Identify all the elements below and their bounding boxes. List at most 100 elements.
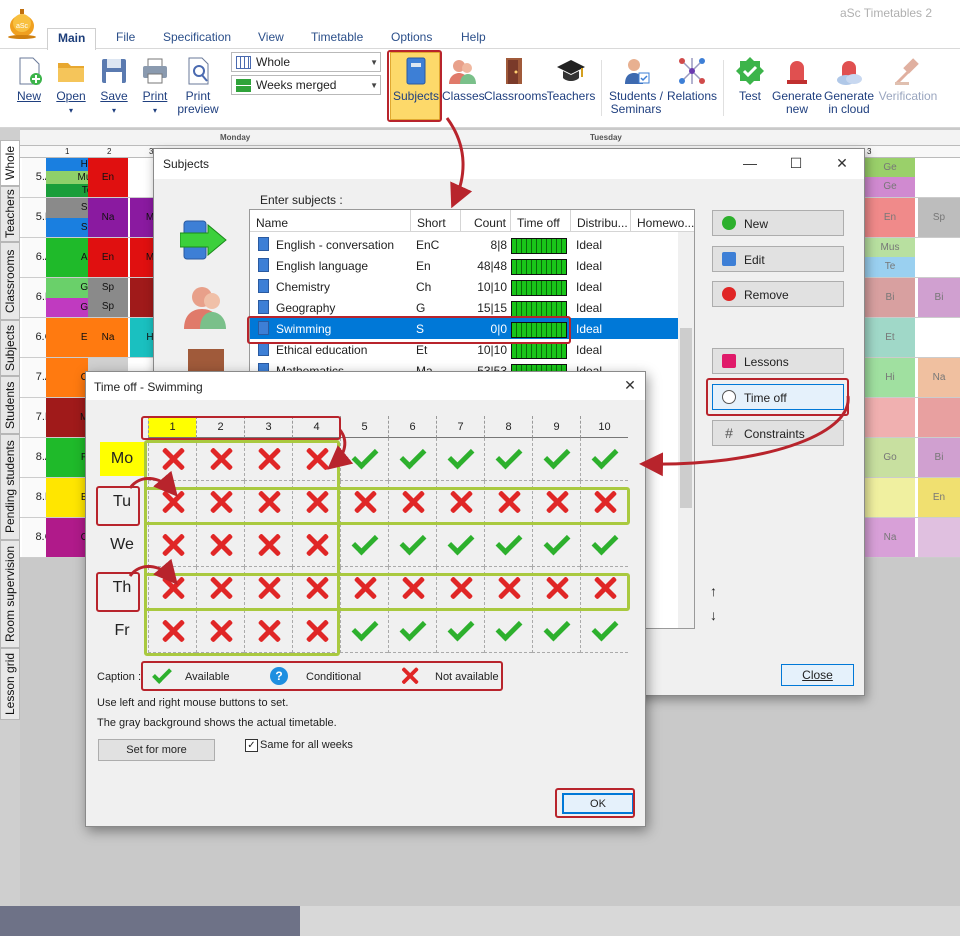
lesson-card[interactable]: Bi bbox=[918, 278, 960, 317]
tab-view[interactable]: View bbox=[248, 28, 294, 48]
open-button[interactable]: Open ▾ bbox=[52, 56, 90, 117]
lesson-card[interactable] bbox=[865, 398, 915, 437]
vtab-students[interactable]: Students bbox=[0, 376, 20, 434]
tab-options[interactable]: Options bbox=[381, 28, 442, 48]
constraints-button[interactable]: # Constraints bbox=[712, 420, 844, 446]
period-header[interactable]: 9 bbox=[532, 416, 580, 438]
relations-button[interactable]: Relations bbox=[666, 56, 718, 103]
vtab-lesson-grid[interactable]: Lesson grid bbox=[0, 648, 20, 720]
subject-row[interactable]: English language En 48|48 Ideal bbox=[250, 255, 680, 276]
day-header-we[interactable]: We bbox=[100, 528, 144, 562]
available-cell[interactable] bbox=[388, 524, 436, 567]
lesson-card[interactable]: Sp bbox=[918, 198, 960, 237]
available-cell[interactable] bbox=[436, 610, 484, 653]
day-header-fr[interactable]: Fr bbox=[100, 614, 144, 648]
available-cell[interactable] bbox=[484, 610, 532, 653]
classrooms-button[interactable]: Classrooms bbox=[484, 56, 547, 103]
minimize-icon[interactable]: — bbox=[742, 155, 758, 171]
close-button[interactable]: Close bbox=[781, 664, 854, 686]
available-cell[interactable] bbox=[580, 524, 628, 567]
lesson-card[interactable] bbox=[918, 398, 960, 437]
lesson-card[interactable]: Na bbox=[88, 318, 128, 357]
print-preview-button[interactable]: Print preview bbox=[176, 56, 220, 116]
tab-timetable[interactable]: Timetable bbox=[301, 28, 373, 48]
edit-subject-button[interactable]: Edit bbox=[712, 246, 844, 272]
lesson-card[interactable]: En bbox=[918, 478, 960, 517]
available-cell[interactable] bbox=[484, 524, 532, 567]
available-cell[interactable] bbox=[484, 438, 532, 481]
lessons-button[interactable]: Lessons bbox=[712, 348, 844, 374]
lesson-card[interactable] bbox=[865, 478, 915, 517]
vtab-pending-students[interactable]: Pending students bbox=[0, 434, 20, 540]
app-bell-icon[interactable]: aSc bbox=[6, 6, 38, 40]
available-cell[interactable] bbox=[340, 438, 388, 481]
move-up-arrow[interactable]: ↑ bbox=[710, 583, 717, 599]
day-header-mo[interactable]: Mo bbox=[100, 442, 144, 476]
period-header[interactable]: 7 bbox=[436, 416, 484, 438]
lesson-card[interactable]: Go bbox=[865, 438, 915, 477]
verification-button[interactable]: Verification bbox=[876, 56, 940, 103]
new-subject-button[interactable]: New bbox=[712, 210, 844, 236]
lesson-card[interactable]: Ge bbox=[865, 158, 915, 177]
available-cell[interactable] bbox=[532, 438, 580, 481]
col-header-homework[interactable]: Homewo... bbox=[631, 210, 694, 232]
vtab-subjects[interactable]: Subjects bbox=[0, 320, 20, 376]
lesson-card[interactable]: Hi bbox=[865, 358, 915, 397]
available-cell[interactable] bbox=[388, 610, 436, 653]
subject-row[interactable]: English - conversation EnC 8|8 Ideal bbox=[250, 234, 680, 255]
view-combo[interactable]: Whole ▼ bbox=[231, 52, 381, 72]
generate-cloud-button[interactable]: Generate in cloud bbox=[824, 56, 874, 116]
new-button[interactable]: New bbox=[12, 56, 46, 103]
remove-subject-button[interactable]: Remove bbox=[712, 281, 844, 307]
lesson-card[interactable]: Bi bbox=[918, 438, 960, 477]
subject-row[interactable]: Geography G 15|15 Ideal bbox=[250, 297, 680, 318]
teachers-button[interactable]: Teachers bbox=[546, 56, 596, 103]
available-cell[interactable] bbox=[436, 438, 484, 481]
lesson-card[interactable] bbox=[918, 518, 960, 557]
weeks-combo[interactable]: Weeks merged ▼ bbox=[231, 75, 381, 95]
available-cell[interactable] bbox=[532, 610, 580, 653]
vtab-room-supervision[interactable]: Room supervision bbox=[0, 540, 20, 648]
col-header-short[interactable]: Short bbox=[411, 210, 461, 232]
available-cell[interactable] bbox=[532, 524, 580, 567]
tab-main[interactable]: Main bbox=[47, 28, 97, 50]
available-cell[interactable] bbox=[436, 524, 484, 567]
scrollbar-thumb[interactable] bbox=[680, 328, 692, 508]
generate-new-button[interactable]: Generate new bbox=[772, 56, 822, 116]
col-header-name[interactable]: Name bbox=[250, 210, 411, 232]
available-cell[interactable] bbox=[340, 610, 388, 653]
subject-row[interactable]: Chemistry Ch 10|10 Ideal bbox=[250, 276, 680, 297]
lesson-card[interactable]: Sp bbox=[88, 278, 128, 297]
lesson-card[interactable]: En bbox=[88, 238, 128, 277]
set-for-more-button[interactable]: Set for more bbox=[98, 739, 215, 761]
col-header-count[interactable]: Count bbox=[461, 210, 511, 232]
classes-button[interactable]: Classes bbox=[442, 56, 485, 103]
period-header[interactable]: 8 bbox=[484, 416, 532, 438]
tab-specification[interactable]: Specification bbox=[153, 28, 241, 48]
period-header[interactable]: 6 bbox=[388, 416, 436, 438]
print-button[interactable]: Print ▾ bbox=[138, 56, 172, 117]
move-down-arrow[interactable]: ↓ bbox=[710, 607, 717, 623]
close-icon[interactable]: ✕ bbox=[834, 155, 850, 172]
period-header[interactable]: 5 bbox=[340, 416, 388, 438]
lesson-card[interactable]: Et bbox=[865, 318, 915, 357]
available-cell[interactable] bbox=[580, 438, 628, 481]
lesson-card[interactable]: Na bbox=[88, 198, 128, 237]
available-cell[interactable] bbox=[340, 524, 388, 567]
test-button[interactable]: Test bbox=[730, 56, 770, 103]
lesson-card[interactable]: Na bbox=[865, 518, 915, 557]
lesson-card[interactable]: Ge bbox=[865, 177, 915, 197]
period-header[interactable]: 10 bbox=[580, 416, 628, 438]
lesson-card[interactable]: Na bbox=[918, 358, 960, 397]
col-header-time-off[interactable]: Time off bbox=[511, 210, 571, 232]
save-button[interactable]: Save ▾ bbox=[96, 56, 132, 117]
vtab-classrooms[interactable]: Classrooms bbox=[0, 242, 20, 320]
close-icon[interactable]: ✕ bbox=[622, 377, 638, 394]
lesson-card[interactable]: Mus bbox=[865, 238, 915, 257]
available-cell[interactable] bbox=[388, 438, 436, 481]
col-header-distribution[interactable]: Distribu... bbox=[571, 210, 631, 232]
available-cell[interactable] bbox=[580, 610, 628, 653]
vtab-teachers[interactable]: Teachers bbox=[0, 186, 20, 242]
maximize-icon[interactable]: ☐ bbox=[788, 155, 804, 172]
students-seminars-button[interactable]: Students / Seminars bbox=[606, 56, 666, 116]
